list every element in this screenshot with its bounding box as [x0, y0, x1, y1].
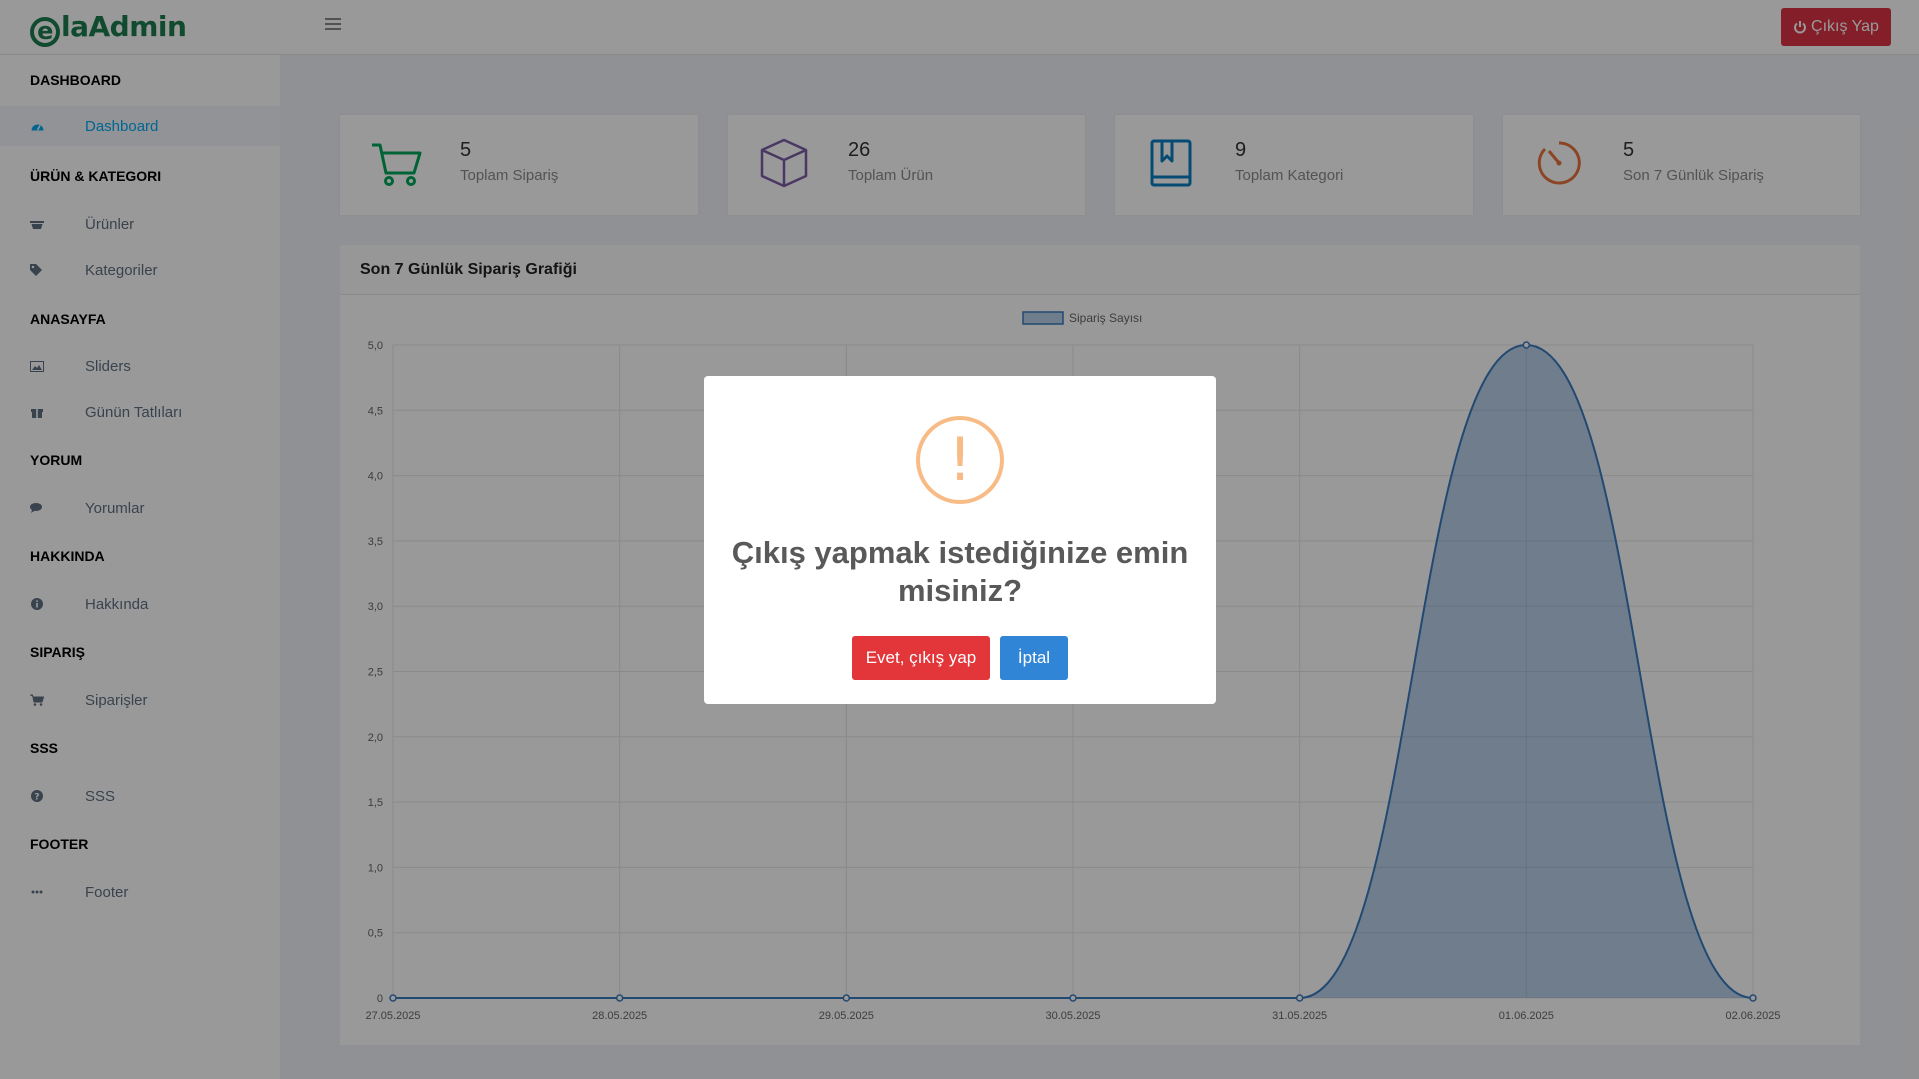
confirm-logout-button[interactable]: Evet, çıkış yap [852, 636, 990, 680]
logout-confirm-dialog: ! Çıkış yapmak istediğinize emin misiniz… [704, 376, 1216, 704]
warning-icon: ! [916, 416, 1004, 504]
dialog-title: Çıkış yapmak istediğinize emin misiniz? [731, 535, 1189, 608]
cancel-button[interactable]: İptal [1000, 636, 1068, 680]
